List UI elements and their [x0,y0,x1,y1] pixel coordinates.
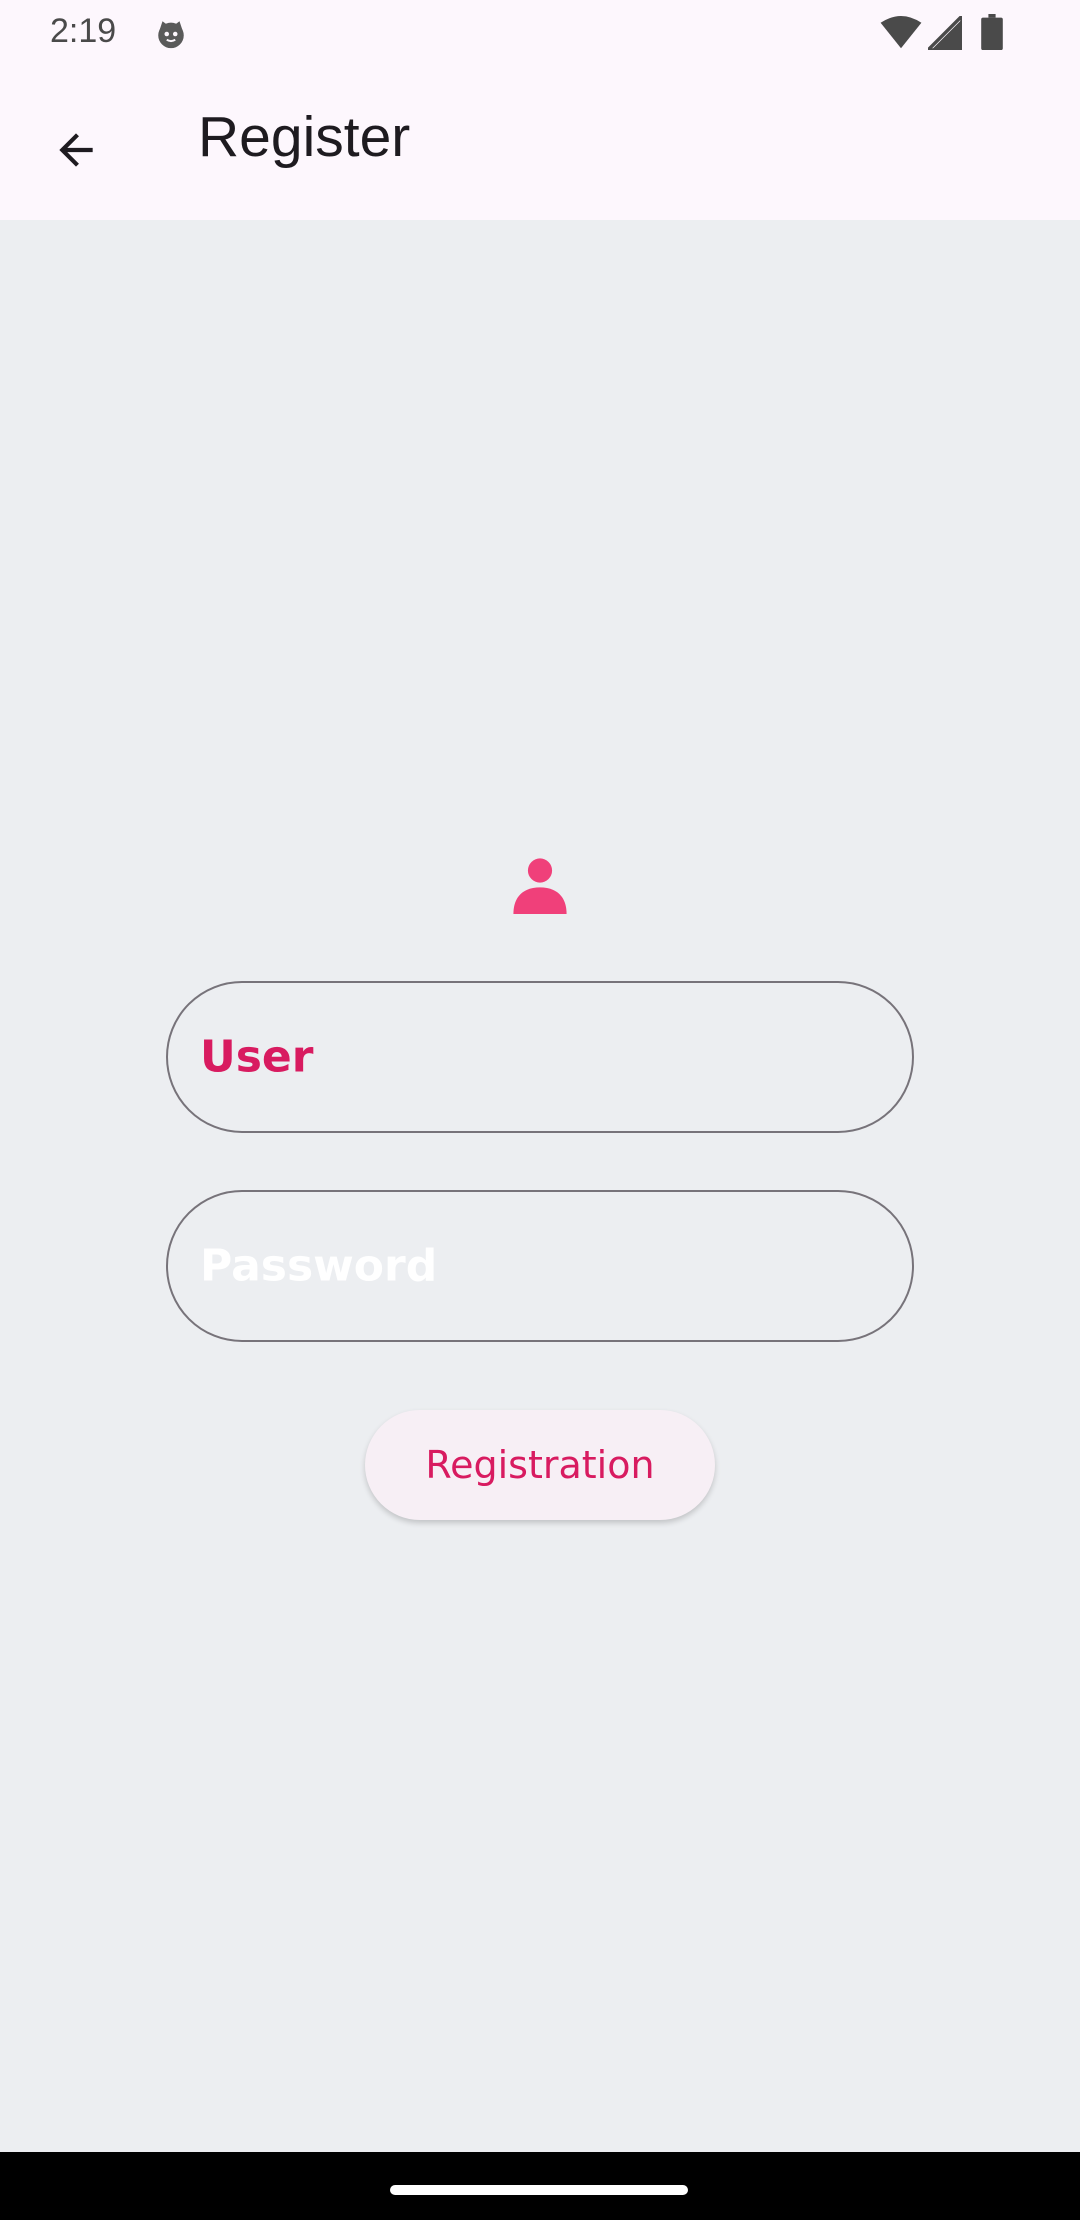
status-time: 2:19 [50,12,117,50]
back-button[interactable] [40,114,112,186]
page-title: Register [198,105,411,169]
registration-button[interactable]: Registration [365,1410,715,1520]
arrow-back-icon [59,133,93,167]
cat-icon [158,21,184,49]
password-placeholder: Password [200,1240,438,1292]
app-bar: Register [0,66,1080,220]
wifi-icon [880,16,922,49]
user-field-value: User [200,1031,314,1083]
battery-icon [981,14,1003,50]
registration-button-label: Registration [425,1443,655,1487]
user-field[interactable]: User [166,981,914,1133]
person-icon [513,858,567,914]
status-bar: 2:19 [0,0,1080,66]
signal-icon [928,16,962,50]
navigation-bar [0,2152,1080,2220]
password-field[interactable]: Password [166,1190,914,1342]
home-gesture-handle[interactable] [390,2185,688,2195]
